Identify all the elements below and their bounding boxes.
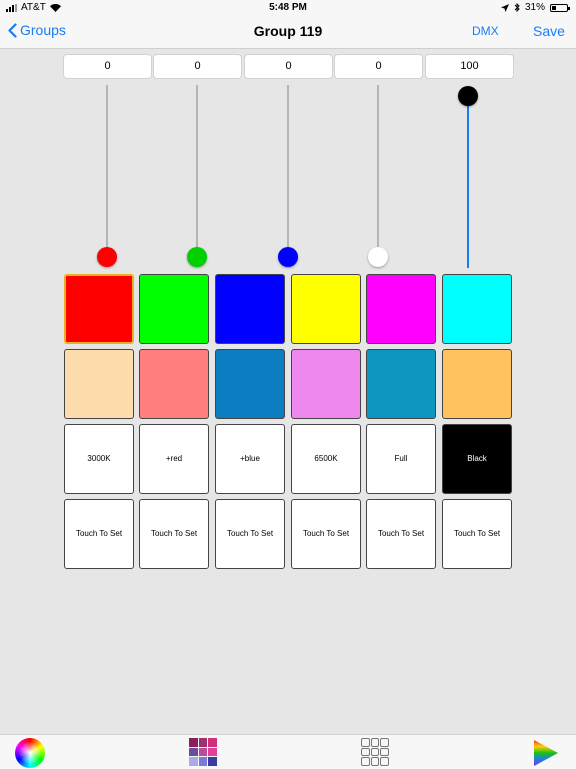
color-wheel-icon[interactable] bbox=[15, 738, 45, 768]
channel-value-4[interactable]: 0 bbox=[335, 55, 422, 78]
color-swatch[interactable] bbox=[442, 274, 512, 344]
channel-value-3[interactable]: 0 bbox=[245, 55, 332, 78]
slider-knob-5[interactable] bbox=[458, 86, 478, 106]
color-swatch[interactable] bbox=[64, 349, 134, 419]
preset-button-6500k[interactable]: 6500K bbox=[291, 424, 361, 494]
preset-button-3000k[interactable]: 3000K bbox=[64, 424, 134, 494]
preset-button-plus-blue[interactable]: +blue bbox=[215, 424, 285, 494]
color-swatch[interactable] bbox=[215, 274, 285, 344]
location-arrow-icon bbox=[500, 3, 509, 12]
channel-value-2[interactable]: 0 bbox=[154, 55, 241, 78]
preset-button-black[interactable]: Black bbox=[442, 424, 512, 494]
touch-to-set-button[interactable]: Touch To Set bbox=[442, 499, 512, 569]
slider-track-2[interactable] bbox=[196, 85, 198, 257]
battery-icon bbox=[550, 3, 570, 12]
touch-to-set-button[interactable]: Touch To Set bbox=[215, 499, 285, 569]
back-label: Groups bbox=[20, 22, 66, 38]
color-swatch[interactable] bbox=[291, 349, 361, 419]
bluetooth-icon bbox=[514, 3, 520, 12]
slider-knob-3[interactable] bbox=[278, 247, 298, 267]
touch-to-set-button[interactable]: Touch To Set bbox=[139, 499, 209, 569]
color-swatch[interactable] bbox=[366, 349, 436, 419]
color-swatch[interactable] bbox=[291, 274, 361, 344]
back-button[interactable]: Groups bbox=[8, 22, 66, 38]
color-swatch[interactable] bbox=[139, 274, 209, 344]
battery-percent: 31% bbox=[524, 2, 545, 13]
status-right: 31% bbox=[500, 2, 570, 13]
bottom-toolbar bbox=[0, 734, 576, 769]
slider-track-1[interactable] bbox=[106, 85, 108, 257]
slider-track-5[interactable] bbox=[467, 96, 469, 268]
slider-track-4[interactable] bbox=[377, 85, 379, 257]
channel-value-5[interactable]: 100 bbox=[426, 55, 513, 78]
color-swatch[interactable] bbox=[442, 349, 512, 419]
status-time: 5:48 PM bbox=[269, 2, 307, 13]
slider-track-3[interactable] bbox=[287, 85, 289, 257]
navigation-bar: Groups Group 119 DMX Save bbox=[0, 16, 576, 49]
slider-knob-2[interactable] bbox=[187, 247, 207, 267]
preset-button-full[interactable]: Full bbox=[366, 424, 436, 494]
palette-grid-icon[interactable] bbox=[189, 738, 217, 766]
grid-icon[interactable] bbox=[361, 738, 389, 766]
play-spectrum-icon[interactable] bbox=[532, 739, 560, 767]
chevron-left-icon bbox=[8, 22, 17, 38]
touch-to-set-button[interactable]: Touch To Set bbox=[64, 499, 134, 569]
slider-knob-1[interactable] bbox=[97, 247, 117, 267]
color-swatch[interactable] bbox=[215, 349, 285, 419]
slider-knob-4[interactable] bbox=[368, 247, 388, 267]
save-button[interactable]: Save bbox=[533, 23, 565, 39]
status-bar: AT&T 5:48 PM 31% bbox=[0, 0, 576, 16]
touch-to-set-button[interactable]: Touch To Set bbox=[366, 499, 436, 569]
channel-value-1[interactable]: 0 bbox=[64, 55, 151, 78]
dmx-button[interactable]: DMX bbox=[472, 24, 499, 38]
color-swatch[interactable] bbox=[64, 274, 134, 344]
preset-button-plus-red[interactable]: +red bbox=[139, 424, 209, 494]
color-swatch[interactable] bbox=[139, 349, 209, 419]
color-swatch[interactable] bbox=[366, 274, 436, 344]
touch-to-set-button[interactable]: Touch To Set bbox=[291, 499, 361, 569]
